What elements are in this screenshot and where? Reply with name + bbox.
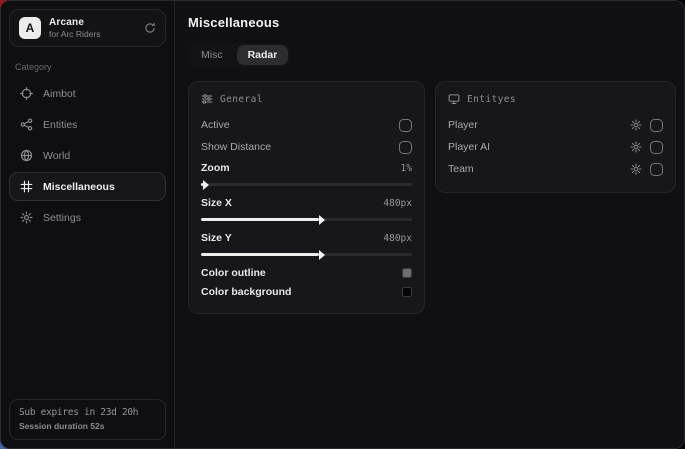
profile-card[interactable]: A Arcane for Arc Riders — [9, 9, 166, 47]
entities-panel-title: Entityes — [467, 94, 516, 105]
zoom-label: Zoom — [201, 162, 230, 174]
team-label: Team — [448, 163, 474, 175]
monitor-icon — [448, 93, 460, 105]
grid-icon — [20, 180, 33, 193]
zoom-slider-group: Zoom 1% — [201, 158, 412, 186]
size-y-value: 480px — [383, 233, 412, 244]
sidebar-item-entities[interactable]: Entities — [9, 110, 166, 139]
active-checkbox[interactable] — [399, 119, 412, 132]
page-title: Miscellaneous — [188, 15, 676, 30]
globe-icon — [20, 149, 33, 162]
desktop: A Arcane for Arc Riders Category — [0, 0, 685, 449]
tab-bar: Misc Radar — [188, 43, 290, 67]
sidebar-item-label: Settings — [43, 212, 81, 224]
subscription-info: Sub expires in 23d 20h Session duration … — [9, 399, 166, 440]
size-y-slider[interactable] — [201, 253, 412, 256]
size-x-slider[interactable] — [201, 218, 412, 221]
sidebar-item-aimbot[interactable]: Aimbot — [9, 79, 166, 108]
zoom-slider-handle[interactable] — [203, 180, 209, 190]
entities-icon — [20, 118, 33, 131]
entities-panel: Entityes Player — [435, 81, 676, 193]
player-settings-gear-icon[interactable] — [630, 119, 642, 131]
sync-icon[interactable] — [144, 22, 156, 34]
zoom-slider[interactable] — [201, 183, 412, 186]
sidebar-item-label: World — [43, 150, 70, 162]
app-name: Arcane — [49, 17, 101, 28]
sidebar-item-label: Aimbot — [43, 88, 76, 100]
app-logo: A — [19, 17, 41, 39]
color-background-swatch[interactable] — [402, 287, 412, 297]
sub-expires-text: Sub expires in 23d 20h — [19, 407, 156, 418]
sidebar-item-label: Miscellaneous — [43, 181, 115, 193]
player-checkbox[interactable] — [650, 119, 663, 132]
color-background-row: Color background — [201, 282, 412, 301]
color-background-label: Color background — [201, 286, 291, 298]
show-distance-checkbox[interactable] — [399, 141, 412, 154]
show-distance-label: Show Distance — [201, 141, 271, 153]
size-y-slider-handle[interactable] — [319, 250, 325, 260]
app-window: A Arcane for Arc Riders Category — [0, 0, 685, 449]
size-x-slider-group: Size X 480px — [201, 193, 412, 221]
color-outline-swatch[interactable] — [402, 268, 412, 278]
tab-radar[interactable]: Radar — [237, 45, 289, 65]
tab-misc[interactable]: Misc — [190, 45, 234, 65]
sidebar: A Arcane for Arc Riders Category — [1, 1, 175, 448]
general-panel: General Active Show Distance Zoom 1% — [188, 81, 425, 314]
active-label: Active — [201, 119, 230, 131]
team-checkbox[interactable] — [650, 163, 663, 176]
sidebar-item-world[interactable]: World — [9, 141, 166, 170]
size-x-value: 480px — [383, 198, 412, 209]
player-label: Player — [448, 119, 478, 131]
show-distance-row: Show Distance — [201, 136, 412, 158]
team-settings-gear-icon[interactable] — [630, 163, 642, 175]
session-duration-text: Session duration 52s — [19, 421, 156, 431]
size-x-label: Size X — [201, 197, 232, 209]
size-y-label: Size Y — [201, 232, 232, 244]
general-panel-title: General — [220, 94, 263, 105]
player-ai-checkbox[interactable] — [650, 141, 663, 154]
sidebar-item-label: Entities — [43, 119, 77, 131]
app-subtitle: for Arc Riders — [49, 29, 101, 39]
player-row: Player — [448, 114, 663, 136]
player-ai-label: Player AI — [448, 141, 490, 153]
active-row: Active — [201, 114, 412, 136]
gear-icon — [20, 211, 33, 224]
player-ai-row: Player AI — [448, 136, 663, 158]
main-content: Miscellaneous Misc Radar Gener — [175, 1, 685, 448]
category-label: Category — [15, 62, 160, 72]
sidebar-nav: Aimbot Entities — [9, 79, 166, 232]
crosshair-icon — [20, 87, 33, 100]
color-outline-row: Color outline — [201, 263, 412, 282]
sidebar-item-settings[interactable]: Settings — [9, 203, 166, 232]
sidebar-item-miscellaneous[interactable]: Miscellaneous — [9, 172, 166, 201]
size-x-slider-handle[interactable] — [319, 215, 325, 225]
player-ai-settings-gear-icon[interactable] — [630, 141, 642, 153]
size-y-slider-group: Size Y 480px — [201, 228, 412, 256]
color-outline-label: Color outline — [201, 267, 266, 279]
team-row: Team — [448, 158, 663, 180]
zoom-value: 1% — [401, 163, 412, 174]
sliders-icon — [201, 93, 213, 105]
